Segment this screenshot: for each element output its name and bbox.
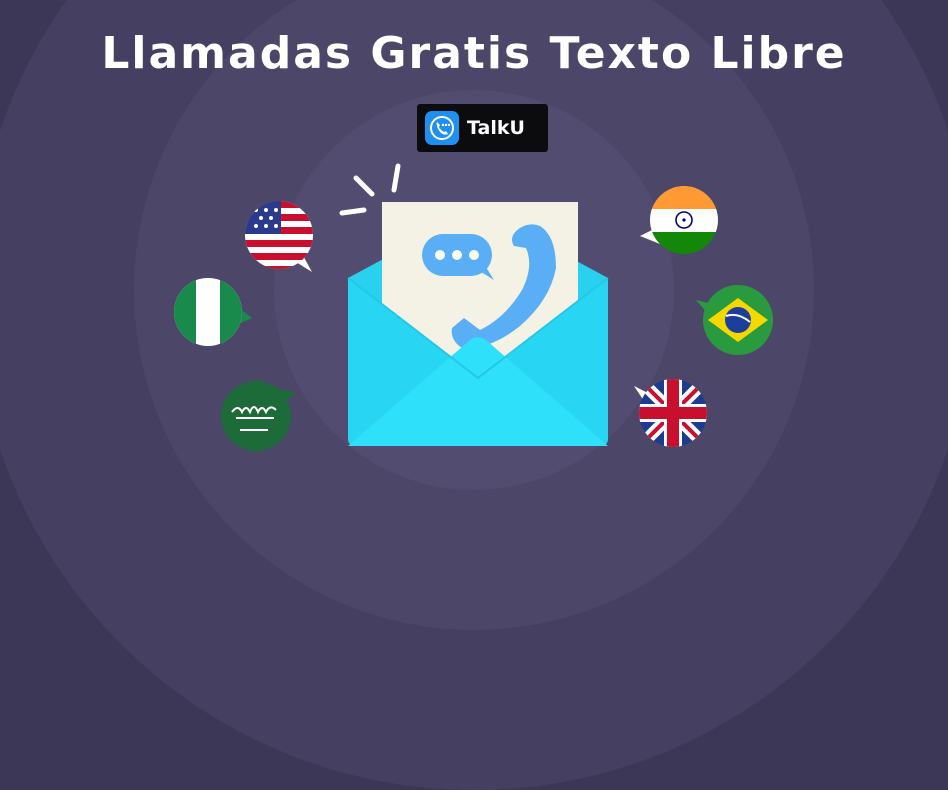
chat-bubble-icon xyxy=(422,234,494,280)
saudi-arabia-flag xyxy=(221,381,296,451)
envelope-icon xyxy=(347,202,609,446)
uk-flag xyxy=(634,379,707,447)
illustration xyxy=(174,163,773,451)
india-flag xyxy=(640,186,718,254)
usa-flag xyxy=(245,201,313,272)
brazil-flag xyxy=(696,285,773,355)
nigeria-flag xyxy=(174,278,252,346)
